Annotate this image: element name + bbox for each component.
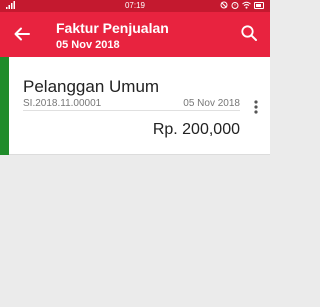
page-subtitle: 05 Nov 2018 [56,39,120,51]
invoice-number: SI.2018.11.00001 [23,98,102,109]
customer-name: Pelanggan Umum [23,77,160,96]
more-vertical-icon[interactable] [252,99,260,115]
invoice-card[interactable]: Pelanggan Umum SI.2018.11.00001 05 Nov 2… [0,57,270,155]
status-right-icons [220,1,264,9]
status-bar: 07:19 [0,0,270,12]
app-bar: Faktur Penjualan 05 Nov 2018 [0,12,270,57]
app-title-group: Faktur Penjualan 05 Nov 2018 [56,20,169,52]
wifi-icon [242,1,251,9]
search-icon[interactable] [240,24,258,42]
page-title: Faktur Penjualan [56,20,169,36]
invoice-date: 05 Nov 2018 [183,98,240,109]
invoice-amount: Rp. 200,000 [152,121,240,138]
alarm-icon [231,2,239,9]
status-accent-bar [0,57,9,155]
battery-icon [254,1,264,9]
mute-icon [220,1,228,9]
back-arrow-icon[interactable] [12,24,32,44]
card-divider [23,110,240,111]
